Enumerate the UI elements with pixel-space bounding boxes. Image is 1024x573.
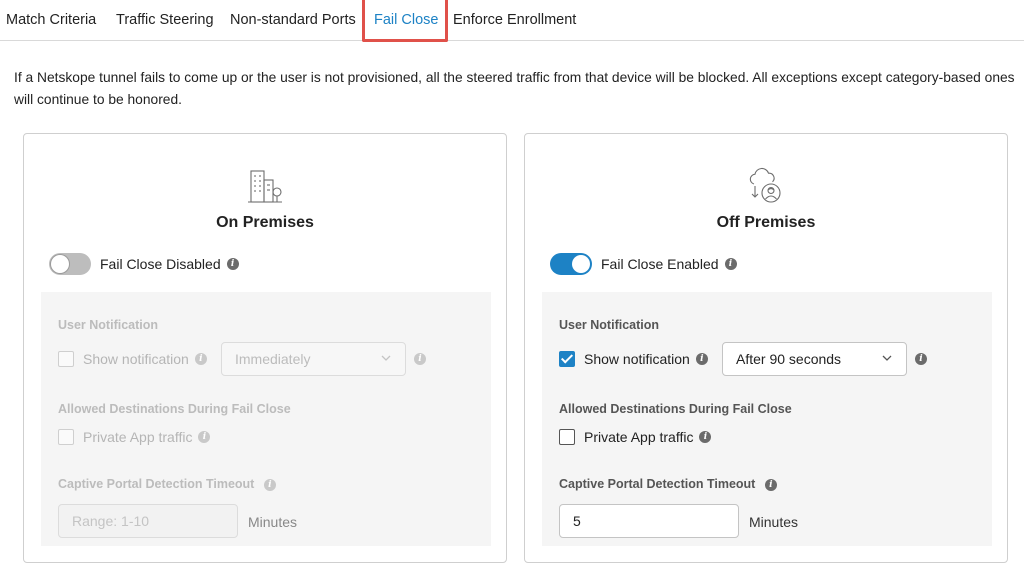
info-icon[interactable]: i bbox=[764, 478, 777, 491]
info-icon[interactable]: i bbox=[915, 353, 927, 365]
notification-timing-select[interactable]: Immediately bbox=[221, 342, 406, 376]
on-premises-toggle-label: Fail Close Disabled bbox=[100, 256, 221, 272]
toggle-knob bbox=[572, 255, 590, 273]
timeout-unit-label: Minutes bbox=[248, 514, 298, 530]
captive-portal-timeout-input[interactable] bbox=[58, 504, 238, 538]
show-notification-label: Show notification bbox=[83, 351, 189, 367]
info-icon[interactable]: i bbox=[414, 353, 426, 365]
toggle-knob bbox=[51, 255, 69, 273]
active-tab-highlight-box bbox=[362, 0, 448, 42]
show-notification-label: Show notification bbox=[584, 351, 690, 367]
off-premises-fail-close-toggle-row: Fail Close Enabled i bbox=[550, 252, 737, 276]
private-app-checkbox[interactable] bbox=[559, 429, 575, 445]
info-icon[interactable]: i bbox=[263, 478, 276, 491]
user-notification-label: User Notification bbox=[58, 318, 159, 332]
info-icon[interactable]: i bbox=[695, 353, 708, 365]
off-premises-settings: User Notification Show notification i Af… bbox=[542, 292, 992, 546]
tab-non-standard-ports[interactable]: Non-standard Ports bbox=[230, 12, 356, 28]
off-premises-title: Off Premises bbox=[716, 214, 816, 231]
building-icon bbox=[248, 170, 282, 203]
private-app-label: Private App traffic bbox=[83, 429, 193, 445]
captive-portal-timeout-text: Captive Portal Detection Timeout bbox=[58, 477, 255, 491]
off-premises-fail-close-toggle[interactable] bbox=[550, 253, 592, 275]
on-premises-title: On Premises bbox=[216, 214, 314, 231]
timeout-unit-label: Minutes bbox=[749, 514, 799, 530]
show-notification-row: Show notification i bbox=[559, 349, 708, 369]
tab-enforce-enrollment[interactable]: Enforce Enrollment bbox=[453, 12, 576, 28]
on-premises-settings: User Notification Show notification i Im… bbox=[41, 292, 491, 546]
user-notification-label: User Notification bbox=[559, 318, 660, 332]
info-icon[interactable]: i bbox=[198, 431, 211, 443]
private-app-checkbox[interactable] bbox=[58, 429, 74, 445]
show-notification-row: Show notification i bbox=[58, 349, 207, 369]
off-premises-panel: Off Premises Fail Close Enabled i User N… bbox=[524, 133, 1008, 563]
on-premises-fail-close-toggle[interactable] bbox=[49, 253, 91, 275]
tab-bar: Match Criteria Traffic Steering Non-stan… bbox=[0, 0, 1024, 42]
allowed-destinations-label: Allowed Destinations During Fail Close bbox=[58, 402, 291, 416]
notification-timing-value: After 90 seconds bbox=[736, 351, 842, 367]
private-app-row: Private App traffic i bbox=[559, 427, 712, 447]
private-app-label: Private App traffic bbox=[584, 429, 694, 445]
info-icon[interactable]: i bbox=[226, 258, 239, 270]
captive-portal-timeout-label: Captive Portal Detection Timeout i bbox=[559, 477, 777, 491]
off-premises-toggle-label: Fail Close Enabled bbox=[601, 256, 719, 272]
show-notification-checkbox[interactable] bbox=[559, 351, 575, 367]
cloud-user-icon bbox=[749, 167, 781, 203]
fail-close-description: If a Netskope tunnel fails to come up or… bbox=[14, 70, 1015, 107]
notification-timing-select[interactable]: After 90 seconds bbox=[722, 342, 907, 376]
captive-portal-timeout-text: Captive Portal Detection Timeout bbox=[559, 477, 756, 491]
on-premises-panel: On Premises Fail Close Disabled i User N… bbox=[23, 133, 507, 563]
info-icon[interactable]: i bbox=[194, 353, 207, 365]
allowed-destinations-label: Allowed Destinations During Fail Close bbox=[559, 402, 792, 416]
notification-timing-value: Immediately bbox=[235, 351, 311, 367]
on-premises-fail-close-toggle-row: Fail Close Disabled i bbox=[49, 252, 239, 276]
captive-portal-timeout-label: Captive Portal Detection Timeout i bbox=[58, 477, 276, 491]
chevron-down-icon bbox=[381, 355, 391, 361]
private-app-row: Private App traffic i bbox=[58, 427, 211, 447]
info-icon[interactable]: i bbox=[724, 258, 737, 270]
show-notification-checkbox[interactable] bbox=[58, 351, 74, 367]
chevron-down-icon bbox=[882, 355, 892, 361]
tab-traffic-steering[interactable]: Traffic Steering bbox=[116, 12, 214, 28]
info-icon[interactable]: i bbox=[699, 431, 712, 443]
tab-match-criteria[interactable]: Match Criteria bbox=[6, 12, 96, 28]
captive-portal-timeout-input[interactable] bbox=[559, 504, 739, 538]
